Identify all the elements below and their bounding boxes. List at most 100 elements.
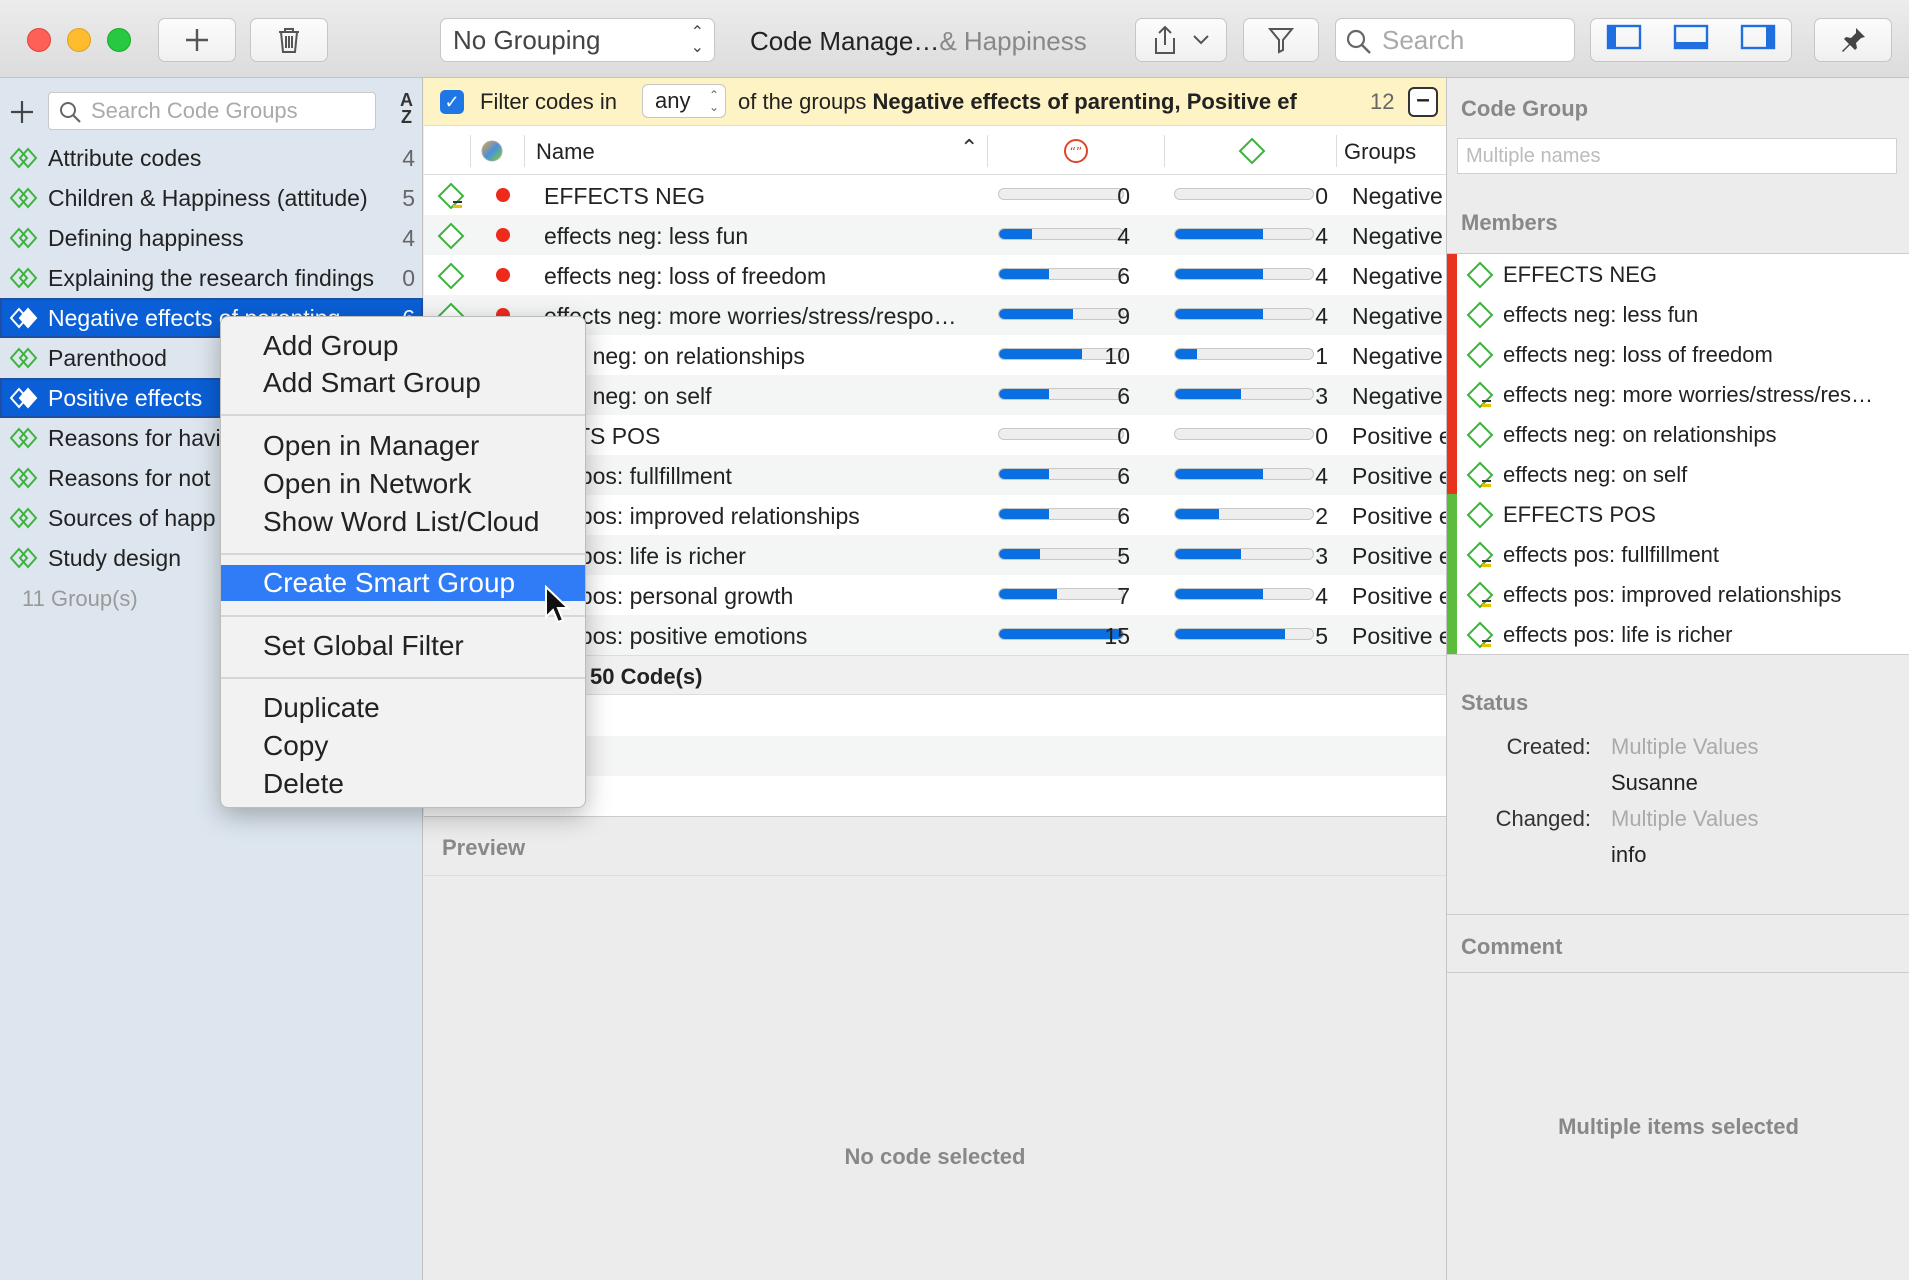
density-bar — [1174, 388, 1314, 400]
search-code-groups-input[interactable]: Search Code Groups — [48, 92, 376, 130]
remove-filter-button[interactable]: – — [1408, 87, 1438, 117]
code-group-section-label: Code Group — [1461, 96, 1589, 121]
toolbar: No Grouping ⌃ ⌄ Code Manage…& Happiness S… — [0, 0, 1909, 78]
member-item[interactable]: EFFECTS NEG — [1447, 254, 1909, 294]
code-icon — [1466, 261, 1494, 289]
code-groups-cell: Positive e — [1352, 623, 1446, 649]
menu-delete[interactable]: Delete — [221, 766, 585, 802]
member-item[interactable]: effects neg: more worries/stress/res… — [1447, 374, 1909, 414]
density-count: 5 — [1315, 623, 1328, 649]
member-item[interactable]: effects pos: fullfillment — [1447, 534, 1909, 574]
table-row[interactable]: effects neg: loss of freedom 6 4 Negative — [424, 255, 1446, 295]
group-color-stripe — [1447, 294, 1457, 334]
quotation-column-icon[interactable]: “” — [1062, 137, 1090, 165]
code-name: effects neg: less fun — [544, 223, 749, 249]
close-window-button[interactable] — [27, 28, 51, 52]
density-count: 4 — [1315, 583, 1328, 609]
member-name: EFFECTS POS — [1503, 502, 1656, 527]
menu-add-group[interactable]: Add Group — [221, 328, 585, 364]
column-header-name[interactable]: Name — [536, 139, 595, 165]
plus-icon — [186, 29, 208, 51]
menu-separator — [221, 414, 585, 416]
code-icon — [1466, 421, 1494, 449]
quotation-count: 6 — [1117, 463, 1130, 489]
add-code-group-button[interactable] — [10, 92, 34, 132]
member-icon-cell — [1465, 620, 1495, 656]
color-column-icon[interactable] — [480, 139, 504, 163]
code-icon — [1466, 301, 1494, 329]
menu-copy[interactable]: Copy — [221, 728, 585, 764]
group-count-label: 11 Group(s) — [22, 586, 138, 611]
code-groups-cell: Negative — [1352, 303, 1443, 329]
minimize-window-button[interactable] — [67, 28, 91, 52]
code-group-label: Children & Happiness (attitude) — [48, 184, 368, 211]
member-item[interactable]: effects pos: improved relationships — [1447, 574, 1909, 614]
zoom-window-button[interactable] — [107, 28, 131, 52]
funnel-icon — [1268, 28, 1294, 54]
pin-button[interactable] — [1814, 18, 1892, 62]
sort-ascending-icon: ⌃ — [960, 135, 979, 160]
view-toggle-group — [1590, 18, 1792, 62]
code-name: cts pos: personal growth — [544, 583, 794, 609]
toggle-left-panel-button[interactable] — [1606, 24, 1642, 57]
sidebar-item-code-group[interactable]: Defining happiness 4 — [0, 218, 423, 258]
toggle-right-panel-button[interactable] — [1740, 24, 1776, 57]
menu-set-global-filter[interactable]: Set Global Filter — [221, 628, 585, 664]
member-item[interactable]: effects pos: life is richer — [1447, 614, 1909, 654]
menu-show-word-list[interactable]: Show Word List/Cloud — [221, 504, 585, 540]
code-icon — [437, 222, 465, 250]
table-row[interactable]: effects neg: less fun 4 4 Negative — [424, 215, 1446, 255]
group-color-stripe — [1447, 254, 1457, 294]
sidebar-item-code-group[interactable]: Attribute codes 4 — [0, 138, 423, 178]
sidebar-item-code-group[interactable]: Children & Happiness (attitude) 5 — [0, 178, 423, 218]
code-group-label: Parenthood — [48, 344, 167, 371]
density-count: 4 — [1315, 223, 1328, 249]
member-item[interactable]: effects neg: loss of freedom — [1447, 334, 1909, 374]
quotation-count: 15 — [1104, 623, 1130, 649]
menu-open-in-network[interactable]: Open in Network — [221, 466, 585, 502]
member-item[interactable]: EFFECTS POS — [1447, 494, 1909, 534]
filter-button[interactable] — [1243, 18, 1319, 62]
member-item[interactable]: effects neg: on self — [1447, 454, 1909, 494]
code-group-name-field[interactable]: Multiple names — [1457, 138, 1897, 174]
quotation-count: 6 — [1117, 383, 1130, 409]
code-column-icon[interactable] — [1238, 137, 1266, 165]
delete-button[interactable] — [250, 18, 328, 62]
code-name: cts pos: improved relationships — [544, 503, 860, 529]
group-color-stripe — [1447, 494, 1457, 534]
quotation-count-bar-fill — [999, 269, 1049, 279]
sort-button[interactable]: A Z — [400, 91, 413, 126]
sidebar-item-code-group[interactable]: Explaining the research findings 0 — [0, 258, 423, 298]
add-button[interactable] — [158, 18, 236, 62]
filter-enabled-checkbox[interactable]: ✓ — [440, 90, 464, 114]
group-color-stripe — [1447, 414, 1457, 454]
member-item[interactable]: effects neg: less fun — [1447, 294, 1909, 334]
code-with-comment-icon — [437, 182, 465, 210]
menu-open-in-manager[interactable]: Open in Manager — [221, 428, 585, 464]
toolbar-search-input[interactable]: Search — [1335, 18, 1575, 62]
share-button[interactable] — [1135, 18, 1227, 62]
member-name: effects neg: more worries/stress/res… — [1503, 382, 1874, 407]
color-dot-icon — [496, 228, 510, 242]
density-count: 3 — [1315, 383, 1328, 409]
code-group-label: Reasons for havi — [48, 424, 221, 451]
grouping-select[interactable]: No Grouping ⌃ ⌄ — [440, 18, 715, 62]
menu-add-smart-group[interactable]: Add Smart Group — [221, 365, 585, 401]
code-group-icon — [10, 227, 38, 249]
toggle-bottom-panel-button[interactable] — [1673, 24, 1709, 57]
code-name: effects neg: more worries/stress/respo… — [544, 303, 957, 329]
code-group-label: Attribute codes — [48, 144, 202, 171]
code-group-label: Sources of happ — [48, 504, 216, 531]
color-dot-icon — [496, 268, 510, 282]
column-header-groups[interactable]: Groups — [1344, 139, 1416, 165]
code-group-icon — [10, 467, 38, 489]
density-count: 4 — [1315, 263, 1328, 289]
filter-mode-select[interactable]: any ⌃ ⌄ — [642, 84, 726, 118]
menu-create-smart-group[interactable]: Create Smart Group — [221, 565, 585, 601]
code-groups-cell: Positive e — [1352, 543, 1446, 569]
member-item[interactable]: effects neg: on relationships — [1447, 414, 1909, 454]
menu-duplicate[interactable]: Duplicate — [221, 690, 585, 726]
row-icon-cell — [436, 221, 466, 257]
quotation-count-bar-fill — [999, 469, 1049, 479]
table-row[interactable]: EFFECTS NEG 0 0 Negative — [424, 175, 1446, 215]
